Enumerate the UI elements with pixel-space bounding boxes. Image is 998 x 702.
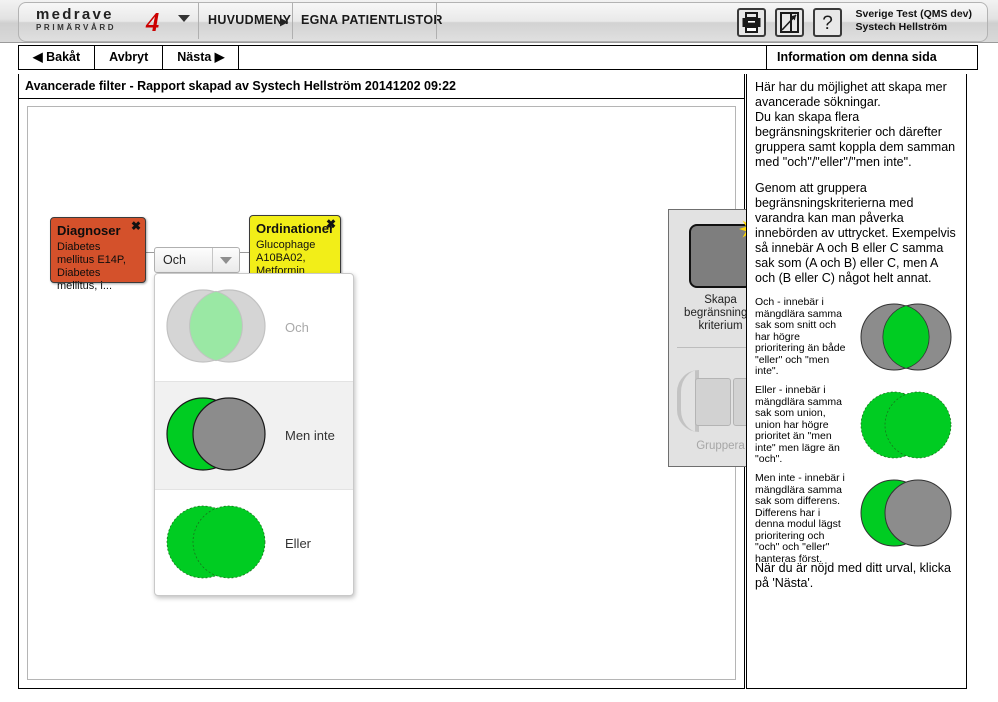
operator-option-eller[interactable]: Eller (155, 490, 353, 595)
nav-arrow-icon: ▶ (280, 16, 289, 28)
caret-shape (220, 256, 232, 264)
operator-option-och[interactable]: Och (155, 274, 353, 382)
info-paragraph-2: Genom att gruppera begränsningskriterier… (755, 181, 956, 285)
card-title: Diagnoser (57, 223, 121, 238)
legend-text: Men inte - innebär i mängdlära samma sak… (755, 472, 845, 565)
operator-dropdown-button[interactable]: Och (154, 247, 240, 273)
operator-option-label: Eller (285, 536, 312, 551)
filter-workspace-panel: Avancerade filter - Rapport skapad av Sy… (18, 74, 773, 689)
venn-and-icon (161, 282, 271, 373)
info-panel: Här har du möjlighet att skapa mer avanc… (746, 74, 967, 689)
nav-item-egna-patientlistor[interactable]: EGNA PATIENTLISTOR (301, 13, 443, 27)
operator-dropdown-value: Och (163, 253, 186, 267)
close-icon[interactable]: ✖ (131, 220, 141, 232)
back-button[interactable]: ◀ Bakåt (19, 46, 96, 69)
operator-option-label: Men inte (285, 428, 335, 443)
user-info: Sverige Test (QMS dev) Systech Hellström (855, 8, 972, 34)
svg-text:?: ? (822, 13, 833, 34)
next-button[interactable]: Nästa ▶ (163, 46, 240, 69)
help-icon[interactable]: ? (813, 8, 842, 37)
divider (198, 3, 199, 39)
nav-item-huvudmeny[interactable]: HUVUDMENY (208, 13, 291, 27)
top-bar: medrave PRIMÄRVÅRD 4 HUVUDMENY ▶ EGNA PA… (0, 0, 998, 43)
criterion-card-diagnoser[interactable]: ✖ Diagnoser Diabetes mellitus E14P, Diab… (50, 217, 146, 292)
legend-text: Och - innebär i mängdlära samma sak som … (755, 296, 846, 377)
operator-dropdown-list[interactable]: Och Men inte Eller (154, 273, 354, 596)
legend-eller: Eller - innebär i mängdlära samma sak so… (755, 384, 958, 469)
divider (292, 3, 293, 39)
info-closing-text: När du är nöjd med ditt urval, klicka på… (755, 561, 951, 590)
print-icon[interactable] (737, 8, 766, 37)
venn-and-icon (856, 297, 956, 380)
legend-men-inte: Men inte - innebär i mängdlära samma sak… (755, 472, 958, 564)
venn-or-icon (856, 385, 956, 468)
info-paragraph-1: Här har du möjlighet att skapa mer avanc… (755, 80, 956, 169)
logo-wordmark: medrave (36, 6, 114, 23)
logo-tagline: PRIMÄRVÅRD (36, 23, 117, 32)
logo-version-4: 4 (146, 7, 160, 37)
app-root: medrave PRIMÄRVÅRD 4 HUVUDMENY ▶ EGNA PA… (0, 0, 998, 702)
create-criterion-button[interactable] (688, 217, 763, 288)
card-title: Ordinationer (256, 221, 335, 236)
operator-option-label: Och (285, 320, 309, 335)
legend-och: Och - innebär i mängdlära samma sak som … (755, 296, 958, 381)
info-text: Här har du möjlighet att skapa mer avanc… (755, 80, 958, 286)
filter-canvas[interactable]: ✖ Diagnoser Diabetes mellitus E14P, Diab… (27, 106, 773, 680)
card-body: Diabetes mellitus E14P, Diabetes mellitu… (57, 241, 126, 292)
legend-text: Eller - innebär i mängdlära samma sak so… (755, 384, 842, 465)
close-icon[interactable]: ✖ (326, 218, 336, 230)
venn-or-icon (161, 498, 271, 589)
wizard-toolbar: ◀ Bakåt Avbryt Nästa ▶ Information om de… (18, 45, 978, 70)
venn-not-icon (161, 390, 271, 481)
user-org: Sverige Test (QMS dev) (855, 8, 972, 20)
chevron-down-icon[interactable] (178, 15, 190, 22)
chevron-down-icon[interactable] (212, 248, 239, 272)
toolbar-spacer (239, 46, 767, 69)
user-name: Systech Hellström (855, 21, 948, 33)
report-header-line: Avancerade filter - Rapport skapad av Sy… (19, 74, 744, 99)
cancel-button[interactable]: Avbryt (95, 46, 164, 69)
info-panel-title: Information om denna sida (777, 50, 937, 64)
divider (436, 3, 437, 39)
group-box-left (694, 378, 731, 426)
medrave-logo[interactable]: medrave PRIMÄRVÅRD 4 (36, 6, 186, 37)
venn-not-icon (856, 473, 956, 556)
logout-icon[interactable] (775, 8, 804, 37)
operator-option-men-inte[interactable]: Men inte (155, 382, 353, 490)
